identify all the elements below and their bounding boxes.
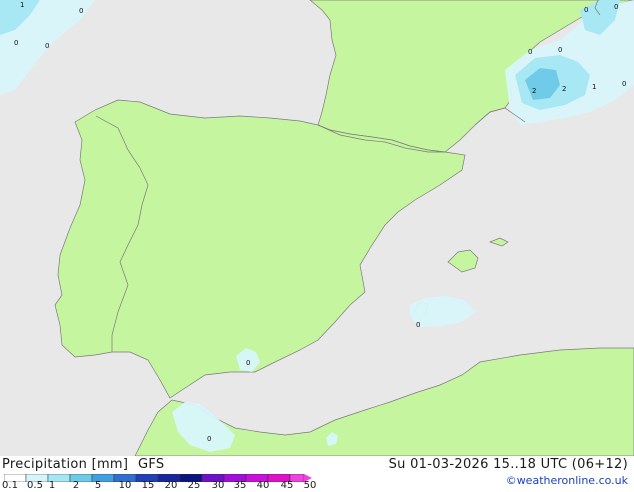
contour-label: 0 [614,3,618,11]
contour-label: 1 [20,1,24,9]
colorbar-tick-label: 30 [211,480,225,491]
colorbar-tick-label: 1 [48,480,56,491]
contour-label: 0 [14,39,18,47]
colorbar-tick-label: 35 [233,480,247,491]
contour-label: 0 [416,321,420,329]
legend-title: Precipitation [mm] [2,457,129,472]
contour-label: 0 [528,48,532,56]
colorbar-labels: 0.1 0.5 1 2 5 10 15 20 25 30 35 40 45 50 [0,480,340,492]
forecast-time: Su 01-03-2026 15..18 UTC (06+12) [388,457,628,472]
model-name: GFS [138,457,165,472]
colorbar-tick-label: 40 [256,480,270,491]
contour-label: 0 [246,359,250,367]
colorbar-tick-label: 2 [72,480,80,491]
contour-label: 0 [79,7,83,15]
contour-label: 2 [532,87,536,95]
colorbar-tick-label: 10 [118,480,132,491]
contour-label: 0 [207,435,211,443]
contour-label: 0 [558,46,562,54]
land-mallorca [447,249,479,273]
credit-link[interactable]: ©weatheronline.co.uk [506,474,628,487]
colorbar-tick-label: 20 [164,480,178,491]
colorbar-tick-label: 15 [141,480,155,491]
colorbar-tick-label: 45 [280,480,294,491]
colorbar-tick-label: 50 [303,480,317,491]
map-canvas: 1 0 0 0 0 0 0 0 2 2 1 0 0 0 0 [0,0,634,456]
contour-label: 0 [45,42,49,50]
colorbar-tick-label: 25 [187,480,201,491]
map-footer: Precipitation [mm] GFS Su 01-03-2026 15.… [0,456,634,492]
contour-label: 0 [622,80,626,88]
colorbar-tick-label: 0.5 [27,480,43,491]
precipitation-map: 1 0 0 0 0 0 0 0 2 2 1 0 0 0 0 [0,0,634,456]
colorbar-tick-label: 5 [94,480,102,491]
contour-label: 0 [584,6,588,14]
colorbar-tick-label: 0.1 [2,480,18,491]
contour-label: 1 [592,83,596,91]
contour-label: 2 [562,85,566,93]
land-iberia [54,99,466,399]
land-menorca [488,237,509,247]
